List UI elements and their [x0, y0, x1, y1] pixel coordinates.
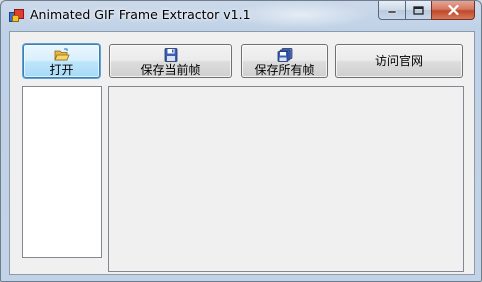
window-title: Animated GIF Frame Extractor v1.1 — [30, 7, 251, 22]
app-window: Animated GIF Frame Extractor v1.1 打开 保存当… — [0, 0, 482, 282]
caption-buttons — [378, 1, 475, 21]
frame-list[interactable] — [22, 86, 102, 258]
visit-website-label: 访问官网 — [374, 54, 423, 68]
client-area: 打开 保存当前帧 保存所有帧 访问官网 — [9, 31, 475, 275]
close-icon — [447, 5, 459, 15]
frame-preview-panel — [108, 86, 464, 272]
multiple-disks-icon — [277, 47, 292, 62]
minimize-icon — [387, 10, 397, 14]
open-button-label: 打开 — [49, 62, 74, 77]
save-all-frames-button[interactable]: 保存所有帧 — [241, 44, 328, 78]
open-folder-icon — [53, 48, 70, 60]
close-button[interactable] — [431, 1, 475, 20]
app-gif-icon — [9, 9, 24, 22]
open-button[interactable]: 打开 — [23, 44, 100, 78]
save-current-frame-button[interactable]: 保存当前帧 — [109, 44, 232, 78]
title-bar[interactable]: Animated GIF Frame Extractor v1.1 — [1, 1, 481, 29]
floppy-disk-icon — [164, 47, 177, 62]
save-all-frames-label: 保存所有帧 — [254, 62, 315, 77]
visit-website-button[interactable]: 访问官网 — [335, 44, 463, 78]
maximize-button[interactable] — [405, 1, 431, 20]
save-current-frame-label: 保存当前帧 — [140, 62, 201, 77]
minimize-button[interactable] — [378, 1, 405, 20]
maximize-icon — [413, 5, 424, 15]
